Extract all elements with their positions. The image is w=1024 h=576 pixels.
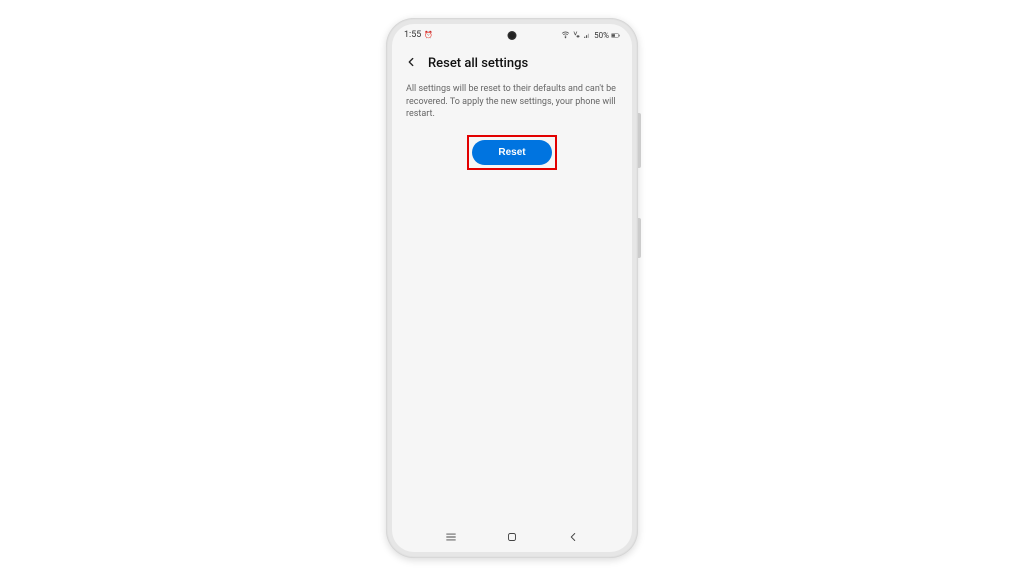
alarm-icon: ⏰ <box>424 31 433 39</box>
back-icon[interactable] <box>404 54 418 73</box>
home-button[interactable] <box>492 530 532 544</box>
page-header: Reset all settings <box>392 46 632 79</box>
status-time: 1:55 <box>404 30 421 40</box>
reset-button[interactable]: Reset <box>472 140 551 165</box>
front-camera <box>508 31 517 40</box>
battery-text: 50% <box>594 31 609 40</box>
volume-button <box>638 113 641 168</box>
signal-icon <box>583 30 592 41</box>
battery-icon <box>611 31 620 40</box>
wifi-icon <box>561 30 570 41</box>
phone-frame: 1:55 ⏰ 50% <box>386 18 638 558</box>
description-text: All settings will be reset to their defa… <box>406 83 618 121</box>
status-right: 50% <box>561 30 620 41</box>
highlight-box: Reset <box>467 135 556 170</box>
recents-button[interactable] <box>431 530 471 544</box>
phone-screen: 1:55 ⏰ 50% <box>392 24 632 552</box>
navigation-bar <box>392 526 632 552</box>
back-nav-button[interactable] <box>553 530 593 544</box>
vowifi-icon <box>572 30 581 41</box>
page-title: Reset all settings <box>428 56 528 71</box>
power-button <box>638 218 641 258</box>
content-area: All settings will be reset to their defa… <box>392 79 632 526</box>
